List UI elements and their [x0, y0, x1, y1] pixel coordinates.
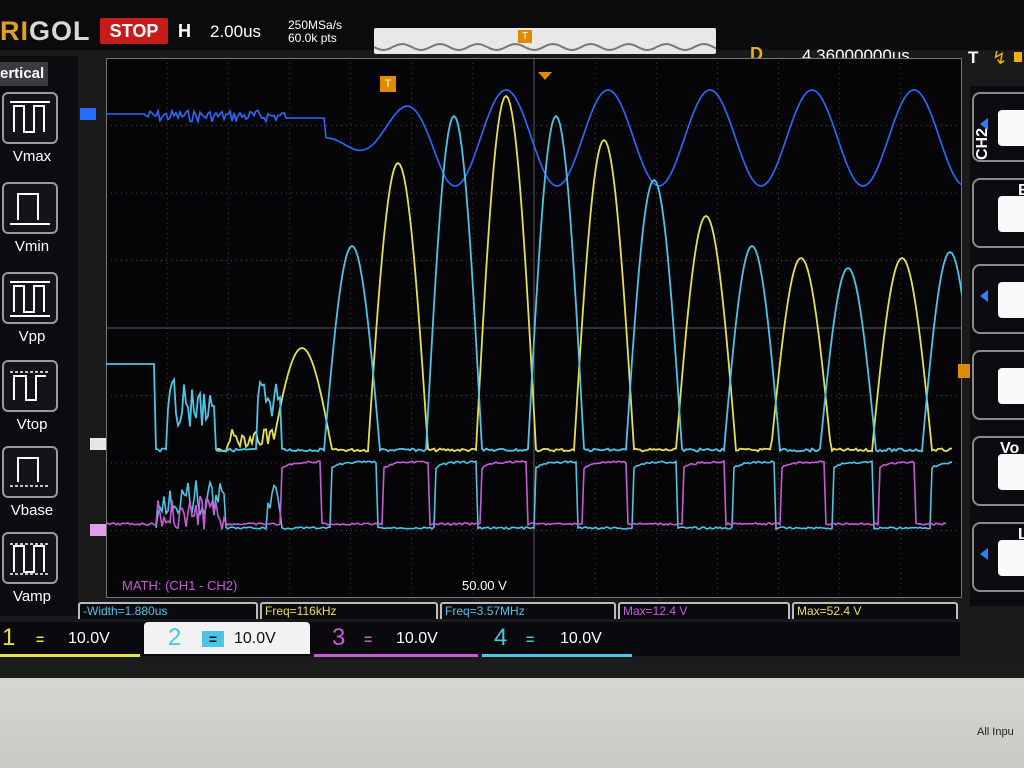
memory-depth: 60.0k pts [288, 31, 337, 45]
dc-coupling-icon: = [364, 631, 373, 647]
channel-scale: 10.0V [234, 630, 276, 647]
softkey-5[interactable]: Vo [972, 436, 1024, 506]
timebase-value[interactable]: 2.00us [210, 22, 261, 42]
ch1-ground-marker[interactable] [90, 438, 106, 450]
menu-item-vbase[interactable]: Vbase [0, 442, 62, 526]
ch4-ground-marker[interactable] [80, 108, 96, 120]
math-scale: 50.00 V [462, 578, 507, 593]
softkey-value-field [998, 282, 1024, 318]
measurement-item[interactable]: Max=52.4 V [792, 602, 958, 619]
acquisition-info: 250MSa/s 60.0k pts [288, 19, 342, 45]
softkey-value-field [998, 540, 1024, 576]
channel-number: 1 [2, 624, 16, 651]
channel-scale: 10.0V [396, 630, 438, 647]
vmin-icon [2, 182, 58, 234]
trigger-source-icon [1014, 52, 1022, 62]
math-label: MATH: (CH1 - CH2) [122, 578, 238, 593]
channel-2-tab[interactable]: 2 = 10.0V [144, 622, 310, 654]
softkey-6[interactable]: L [972, 522, 1024, 592]
menu-label: Vbase [10, 502, 54, 519]
memory-overview-bar[interactable]: T [374, 28, 716, 54]
memory-trigger-marker: T [518, 30, 532, 43]
menu-label: Vamp [12, 588, 52, 605]
channel-4-tab[interactable]: 4 = 10.0V [482, 622, 632, 657]
run-stop-button[interactable]: STOP [100, 18, 168, 44]
channel-number: 2 [168, 624, 182, 651]
menu-label: Vmax [12, 148, 52, 165]
arrow-left-icon [980, 548, 988, 560]
rising-edge-icon[interactable]: ↯ [992, 48, 1007, 69]
menu-item-vamp[interactable]: Vamp [0, 528, 62, 612]
brand-prefix: RI [0, 16, 29, 46]
channel-3-tab[interactable]: 3 = 10.0V [314, 622, 478, 657]
vamp-icon [2, 532, 58, 584]
softkey-4[interactable] [972, 350, 1024, 420]
bezel-edge [0, 660, 1024, 678]
right-softkey-menu: E Vo L [970, 86, 1024, 606]
ch3-ground-marker[interactable] [90, 524, 106, 536]
measurement-item[interactable]: -Width=1.880us [78, 602, 258, 619]
menu-item-vmin[interactable]: Vmin [0, 178, 62, 262]
menu-label: Vtop [16, 416, 48, 433]
vpp-icon [2, 272, 58, 324]
channel-1-tab[interactable]: 1 = 10.0V [0, 622, 140, 657]
menu-label: Vmin [14, 238, 50, 255]
measurement-item[interactable]: Max=12.4 V [618, 602, 790, 619]
arrow-left-icon [980, 290, 988, 302]
bezel-bottom [0, 660, 1024, 768]
channel-status-bar: 1 = 10.0V 2 = 10.0V 3 = 10.0V 4 = 10.0V [0, 622, 960, 657]
channel-scale: 10.0V [68, 630, 110, 647]
dc-coupling-icon: = [36, 631, 45, 647]
measurement-item[interactable]: Freq=3.57MHz [440, 602, 616, 619]
oscilloscope-screen: RIGOL STOP H 2.00us 250MSa/s 60.0k pts T… [0, 0, 1024, 660]
trigger-offset-marker[interactable] [538, 72, 552, 80]
measurement-item[interactable]: Freq=116kHz [260, 602, 438, 619]
panel-label: All Inpu [977, 726, 1014, 738]
menu-item-vtop[interactable]: Vtop [0, 356, 62, 440]
channel-number: 3 [332, 624, 346, 651]
softkey-value-field [998, 196, 1024, 232]
softkey-value-field [998, 454, 1024, 490]
memory-waveform-preview [374, 42, 716, 52]
waveform-display[interactable] [106, 58, 962, 598]
softkey-2[interactable]: E [972, 178, 1024, 248]
menu-title: ertical [0, 62, 48, 86]
vtop-icon [2, 360, 58, 412]
channel-scale: 10.0V [560, 630, 602, 647]
channel-number: 4 [494, 624, 508, 651]
brand-rest: GOL [29, 16, 91, 46]
trigger-position-marker[interactable]: T [380, 76, 396, 92]
menu-item-vmax[interactable]: Vmax [0, 88, 62, 172]
softkey-value-field [998, 110, 1024, 146]
vbase-icon [2, 446, 58, 498]
softkey-value-field [998, 368, 1024, 404]
right-menu-channel-label: CH2 [974, 127, 991, 160]
dc-coupling-icon: = [202, 631, 224, 647]
vmax-icon [2, 92, 58, 144]
dc-coupling-icon: = [526, 631, 535, 647]
measurement-bar: -Width=1.880us Freq=116kHz Freq=3.57MHz … [78, 602, 958, 620]
measure-menu: ertical Vmax Vmin Vpp Vtop Vbase Vamp [0, 56, 78, 616]
trigger-label: T [968, 48, 979, 67]
menu-label: Vpp [18, 328, 46, 345]
menu-item-vpp[interactable]: Vpp [0, 268, 62, 352]
softkey-3[interactable] [972, 264, 1024, 334]
horizontal-label: H [178, 21, 191, 41]
brand-logo: RIGOL [0, 16, 91, 47]
